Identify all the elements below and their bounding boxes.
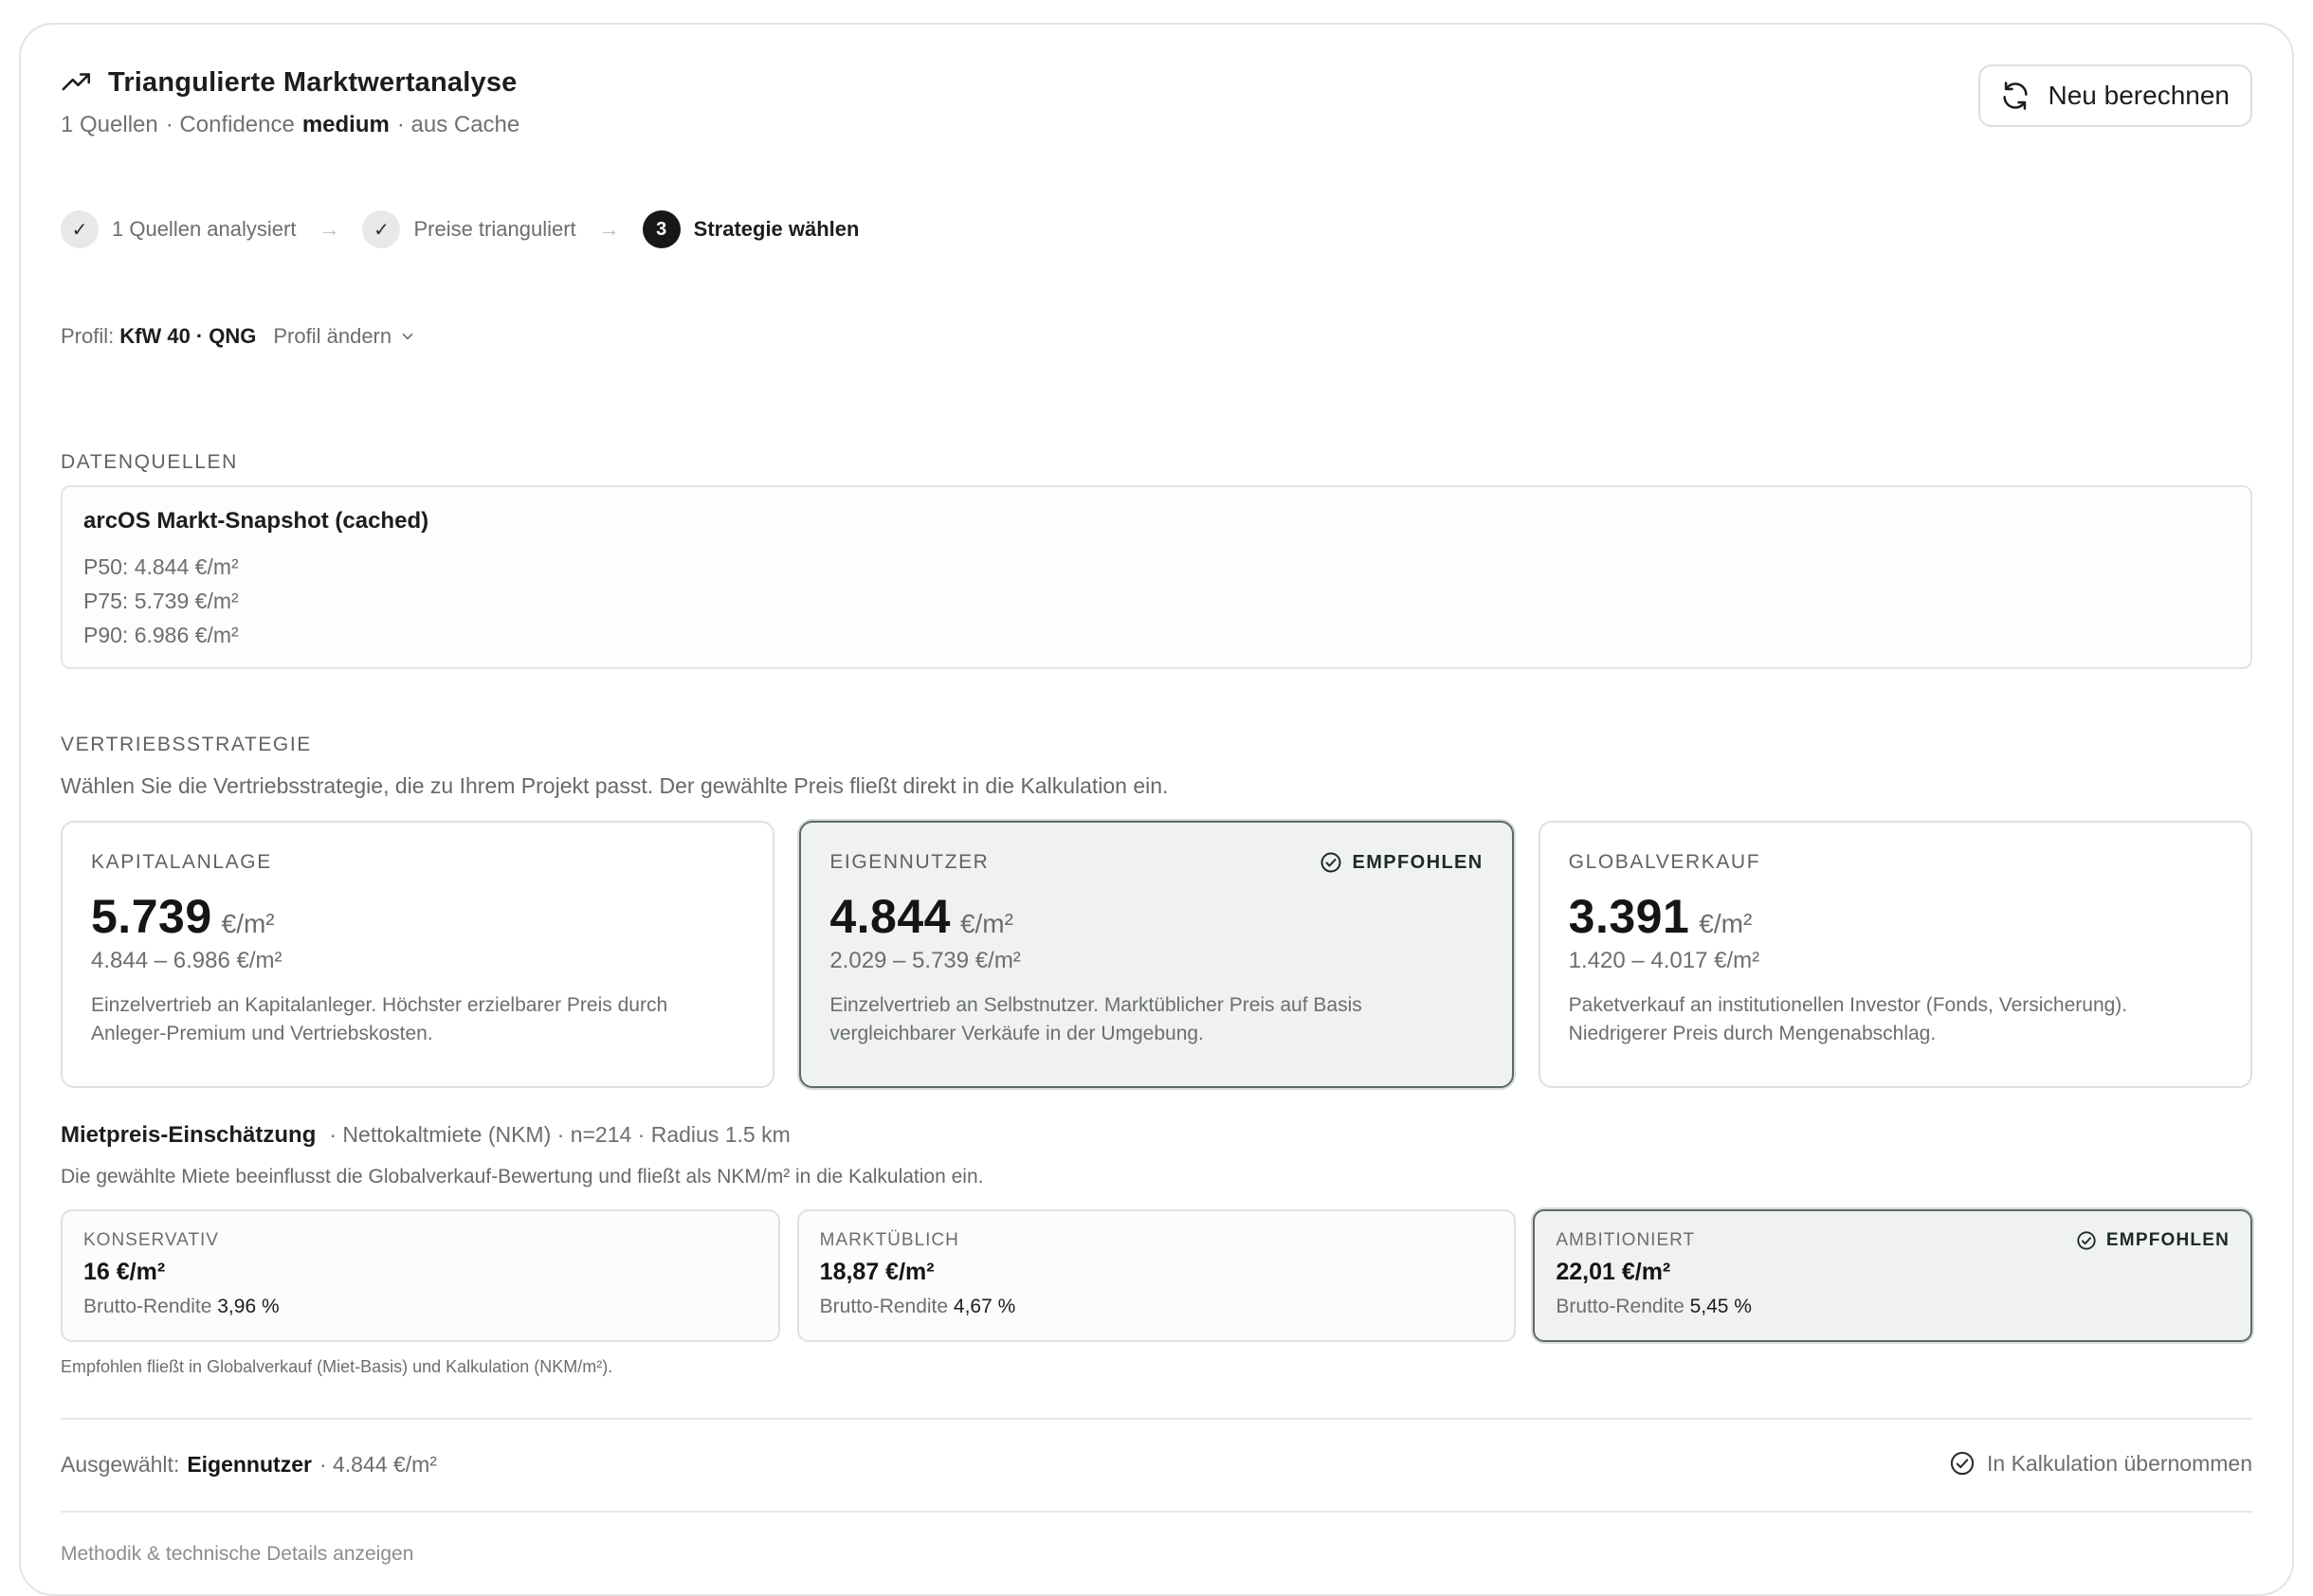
recommended-label: EMPFOHLEN [1352, 851, 1484, 873]
selected-summary: Ausgewählt: Eigennutzer · 4.844 €/m² [61, 1452, 437, 1478]
price-unit: €/m² [1699, 909, 1753, 938]
rent-option-ambitioniert[interactable]: AMBITIONIERT EMPFOHLEN 22,01 €/m² Brutto… [1533, 1209, 2253, 1342]
price-range: 4.844 – 6.986 €/m² [91, 948, 282, 973]
sources-count: 1 Quellen [61, 112, 158, 137]
chevron-down-icon [402, 333, 413, 340]
confidence-label: · Confidence [165, 112, 295, 137]
profile-row: Profil: KfW 40 · QNG Profil ändern [61, 324, 416, 349]
yield-value: 5,45 % [1689, 1296, 1752, 1317]
yield-label: Brutto-Rendite [819, 1296, 949, 1317]
check-circle-icon [1320, 852, 1341, 873]
recommended-label: EMPFOHLEN [2105, 1230, 2231, 1250]
yield-label: Brutto-Rendite [1556, 1296, 1685, 1317]
step-arrow-icon: → [598, 217, 620, 241]
yield-value: 3,96 % [217, 1296, 280, 1317]
strategy-name: GLOBALVERKAUF [1568, 851, 1761, 873]
strategy-price: 5.739 [91, 890, 212, 943]
strategy-description-text: Einzelvertrieb an Kapitalanleger. Höchst… [91, 994, 668, 1044]
cache-note: · aus Cache [396, 112, 520, 137]
source-p90: P90: 6.986 €/m² [83, 623, 239, 647]
source-card: arcOS Markt-Snapshot (cached) P50: 4.844… [61, 485, 2252, 669]
rent-yield: Brutto-Rendite 5,45 % [1556, 1296, 2230, 1318]
recalculate-button[interactable]: Neu berechnen [1977, 64, 2252, 127]
rent-header: Mietpreis-Einschätzung · Nettokaltmiete … [61, 1122, 791, 1149]
step-2-check-icon: ✓ [362, 210, 401, 248]
step-2-label: Preise trianguliert [413, 217, 576, 241]
methodology-toggle-link[interactable]: Methodik & technische Details anzeigen [61, 1543, 413, 1566]
source-title: arcOS Markt-Snapshot (cached) [83, 508, 429, 534]
price-unit: €/m² [959, 909, 1013, 938]
strategy-description: Wählen Sie die Vertriebsstrategie, die z… [61, 773, 1169, 798]
applied-label: In Kalkulation übernommen [1987, 1450, 2252, 1476]
rent-option-name: MARKTÜBLICH [819, 1230, 959, 1250]
step-3-number: 3 [642, 210, 681, 248]
source-p50: P50: 4.844 €/m² [83, 554, 239, 579]
rent-yield: Brutto-Rendite 4,67 % [820, 1296, 1494, 1318]
strategy-cards: KAPITALANLAGE 5.739 €/m² 4.844 – 6.986 €… [61, 821, 2252, 1088]
price-row: 5.739 €/m² [91, 889, 744, 944]
header: Triangulierte Marktwertanalyse [61, 66, 518, 99]
datasources-heading: DATENQUELLEN [61, 451, 238, 473]
rent-option-value: 22,01 €/m² [1556, 1259, 1671, 1285]
analysis-subtitle: 1 Quellen · Confidence medium · aus Cach… [61, 112, 519, 138]
profile-energy-standard: KfW 40 [119, 324, 191, 348]
strategy-card-kapitalanlage[interactable]: KAPITALANLAGE 5.739 €/m² 4.844 – 6.986 €… [61, 821, 775, 1088]
price-row: 4.844 €/m² [829, 889, 1483, 944]
rent-title: Mietpreis-Einschätzung [61, 1122, 317, 1148]
selected-price: · 4.844 €/m² [319, 1452, 437, 1477]
strategy-card-eigennutzer[interactable]: EIGENNUTZER EMPFOHLEN 4.844 €/m² 2.029 –… [799, 821, 1514, 1088]
strategy-price: 3.391 [1568, 890, 1690, 943]
rent-note: Empfohlen fließt in Globalverkauf (Miet-… [61, 1357, 613, 1376]
selected-strategy: Eigennutzer [187, 1452, 312, 1477]
change-profile-label: Profil ändern [273, 324, 392, 348]
rent-option-name: KONSERVATIV [83, 1230, 219, 1250]
rent-option-konservativ[interactable]: KONSERVATIV 16 €/m² Brutto-Rendite 3,96 … [61, 1209, 780, 1342]
strategy-card-globalverkauf[interactable]: GLOBALVERKAUF 3.391 €/m² 1.420 – 4.017 €… [1538, 821, 2252, 1088]
price-unit: €/m² [221, 909, 275, 938]
trending-up-icon [62, 73, 91, 91]
strategy-description-text: Einzelvertrieb an Selbstnutzer. Marktübl… [829, 994, 1362, 1044]
divider [61, 1511, 2252, 1513]
panel-content: Triangulierte Marktwertanalyse 1 Quellen… [61, 25, 2253, 1594]
profile-label: Profil: [61, 324, 115, 348]
refresh-icon [2002, 82, 2028, 110]
step-1-label: 1 Quellen analysiert [112, 217, 297, 241]
rent-option-value: 16 €/m² [83, 1259, 166, 1285]
selected-label: Ausgewählt: [61, 1452, 180, 1477]
step-1-check-icon: ✓ [61, 210, 99, 248]
strategy-description-text: Paketverkauf an institutionellen Investo… [1568, 994, 2128, 1044]
progress-stepper: ✓ 1 Quellen analysiert → ✓ Preise triang… [61, 210, 859, 248]
check-circle-icon [1950, 1451, 1975, 1476]
strategy-price: 4.844 [829, 890, 951, 943]
divider [61, 1418, 2252, 1420]
rent-meta: · Nettokaltmiete (NKM) · n=214 · Radius … [329, 1122, 791, 1147]
yield-value: 4,67 % [953, 1296, 1016, 1317]
yield-label: Brutto-Rendite [83, 1296, 212, 1317]
rent-option-value: 18,87 €/m² [819, 1259, 935, 1285]
rent-option-marktueblich[interactable]: MARKTÜBLICH 18,87 €/m² Brutto-Rendite 4,… [796, 1209, 1517, 1342]
change-profile-dropdown[interactable]: Profil ändern [273, 324, 416, 349]
market-analysis-panel: Triangulierte Marktwertanalyse 1 Quellen… [19, 23, 2294, 1596]
price-row: 3.391 €/m² [1569, 889, 2222, 944]
rent-options: KONSERVATIV 16 €/m² Brutto-Rendite 3,96 … [61, 1209, 2253, 1342]
source-p75: P75: 5.739 €/m² [83, 589, 239, 613]
confidence-value: medium [301, 112, 390, 137]
price-range: 2.029 – 5.739 €/m² [829, 948, 1021, 973]
strategy-heading: VERTRIEBSSTRATEGIE [61, 734, 312, 755]
rent-description: Die gewählte Miete beeinflusst die Globa… [61, 1166, 984, 1188]
recalculate-label: Neu berechnen [2048, 81, 2230, 110]
price-range: 1.420 – 4.017 €/m² [1568, 948, 1760, 973]
applied-status: In Kalkulation übernommen [1949, 1450, 2252, 1477]
step-arrow-icon: → [319, 217, 340, 241]
recommended-badge: EMPFOHLEN [1320, 851, 1483, 874]
check-circle-icon [2077, 1231, 2096, 1250]
strategy-name: KAPITALANLAGE [91, 851, 272, 873]
rent-yield: Brutto-Rendite 3,96 % [83, 1296, 757, 1318]
page-title: Triangulierte Marktwertanalyse [108, 66, 518, 98]
step-3-label: Strategie wählen [693, 217, 860, 241]
profile-certification: · QNG [195, 324, 257, 348]
recommended-badge: EMPFOHLEN [2076, 1230, 2230, 1251]
